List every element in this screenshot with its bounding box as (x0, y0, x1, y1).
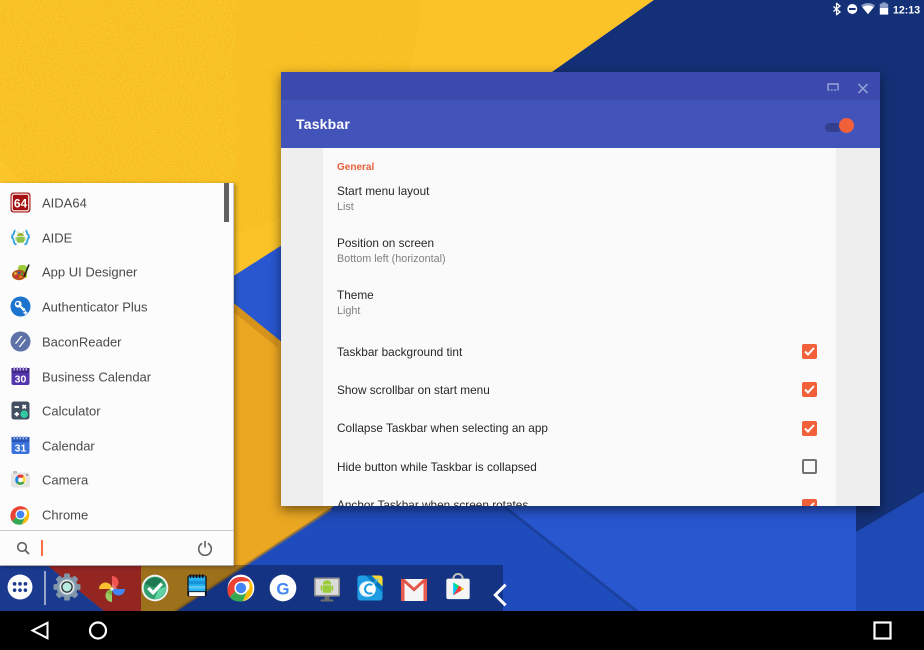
svg-text:G: G (276, 579, 289, 598)
svg-text:31: 31 (15, 443, 27, 455)
svg-text:30: 30 (15, 374, 27, 386)
svg-text:12:13: 12:13 (893, 5, 920, 17)
svg-text:64: 64 (14, 197, 28, 211)
